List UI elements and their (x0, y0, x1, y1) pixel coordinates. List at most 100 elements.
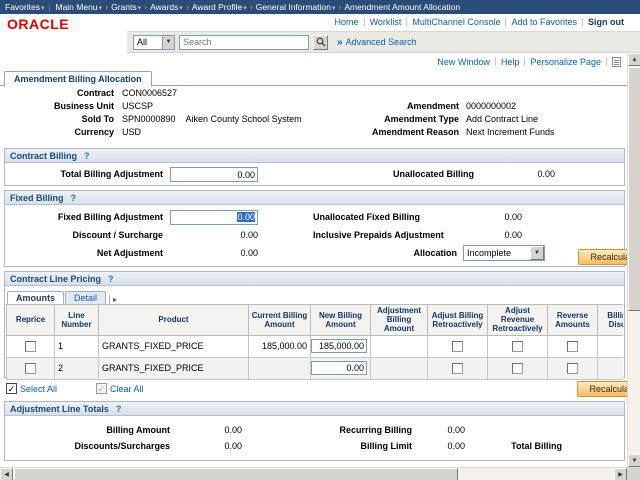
tab-detail[interactable]: Detail (65, 291, 106, 304)
show-following-tabs-icon[interactable]: ▸ (109, 295, 117, 304)
currency-label: Currency (4, 127, 114, 137)
reprice-checkbox-row-2[interactable] (25, 363, 36, 374)
fixed-billing-adjustment-input[interactable]: 0.00 (170, 210, 258, 225)
select-all-icon[interactable]: ✓ (6, 383, 17, 394)
adjust-revenue-retro-checkbox-row-2[interactable] (512, 363, 523, 374)
chevron-down-icon[interactable]: ▼ (162, 36, 174, 49)
vertical-scrollbar-thumb[interactable] (628, 67, 640, 311)
link-divider (505, 18, 506, 27)
personalize-page-link[interactable]: Personalize Page (530, 57, 601, 67)
add-to-favorites-link[interactable]: Add to Favorites (511, 17, 577, 27)
amendment-type-label: Amendment Type (344, 114, 459, 124)
breadcrumb-current-page: Amendment Amount Allocation (344, 2, 460, 12)
grid-header-row: Reprice Line Number Product Current Bill… (7, 305, 624, 336)
search-input[interactable] (179, 35, 309, 50)
new-billing-input-row-2[interactable] (311, 361, 367, 375)
search-scope-value: All (134, 37, 162, 47)
new-billing-input-row-1[interactable] (311, 339, 367, 353)
breadcrumb-main-menu[interactable]: Main Menu▾ (55, 2, 102, 12)
breadcrumb-favorites[interactable]: Favorites▾ (5, 2, 44, 12)
worklist-link[interactable]: Worklist (370, 17, 402, 27)
clear-all-icon[interactable]: ✓ (96, 383, 107, 394)
adjust-revenue-retro-checkbox-row-1[interactable] (512, 341, 523, 352)
scrollbar-corner (627, 467, 640, 480)
new-window-link[interactable]: New Window (437, 57, 490, 67)
breadcrumb-label: Amendment Amount Allocation (344, 2, 460, 12)
scroll-down-icon[interactable]: ▼ (628, 454, 640, 467)
horizontal-scrollbar-thumb[interactable] (14, 468, 458, 480)
link-divider (582, 18, 583, 27)
fixed-billing-row-1: Fixed Billing Adjustment 0.00 Unallocate… (5, 209, 624, 227)
contract-value: CON0006527 (122, 88, 177, 98)
contract-billing-title: Contract Billing (10, 151, 77, 161)
column-header-line-number: Line Number (55, 305, 99, 336)
current-billing-cell: 185,000.00 (249, 335, 311, 357)
breadcrumb-label: General Information (256, 2, 331, 12)
breadcrumb-grants[interactable]: Grants▾ (111, 2, 141, 12)
breadcrumb-award-profile[interactable]: Award Profile▾ (192, 2, 247, 12)
scroll-left-icon[interactable]: ◀ (0, 468, 13, 480)
search-scope-select[interactable]: All ▼ (133, 35, 175, 50)
sold-to-label: Sold To (4, 114, 114, 124)
product-cell: GRANTS_FIXED_PRICE (99, 335, 249, 357)
breadcrumb-label: Grants (111, 2, 137, 12)
multichannel-console-link[interactable]: MultiChannel Console (412, 17, 500, 27)
total-billing-adjustment-label: Total Billing Adjustment (5, 169, 163, 179)
help-icon[interactable]: ? (116, 404, 122, 414)
copy-url-icon[interactable] (612, 57, 621, 67)
link-divider (364, 18, 365, 27)
info-row-business-unit: Business Unit USCSP Amendment 0000000002 (4, 101, 627, 114)
home-link[interactable]: Home (335, 17, 359, 27)
link-divider (524, 57, 525, 66)
recurring-billing-label: Recurring Billing (300, 425, 412, 435)
help-icon[interactable]: ? (84, 151, 90, 161)
product-cell: GRANTS_FIXED_PRICE (99, 357, 249, 379)
search-button[interactable] (313, 35, 328, 50)
adjust-billing-retro-checkbox-row-2[interactable] (452, 363, 463, 374)
chevron-down-icon: ▾ (179, 5, 183, 12)
horizontal-scrollbar[interactable]: ◀ ▶ (0, 467, 627, 480)
inclusive-prepaids-value: 0.00 (460, 230, 522, 240)
help-icon[interactable]: ? (71, 193, 77, 203)
select-all-link[interactable]: Select All (20, 384, 57, 394)
breadcrumb-divider (49, 3, 50, 12)
allocation-label: Allocation (365, 248, 457, 258)
info-row-contract: Contract CON0006527 (4, 88, 627, 101)
vertical-scrollbar[interactable]: ▲ ▼ (627, 53, 640, 467)
billing-discount-cell (598, 357, 624, 379)
breadcrumb-separator-icon: › (105, 2, 108, 12)
advanced-search-link[interactable]: Advanced Search (346, 37, 417, 47)
breadcrumb-awards[interactable]: Awards▾ (150, 2, 183, 12)
breadcrumb-general-information[interactable]: General Information▾ (256, 2, 336, 12)
advanced-search[interactable]: » Advanced Search (337, 37, 417, 48)
help-icon[interactable]: ? (108, 274, 114, 284)
reverse-amounts-checkbox-row-1[interactable] (567, 341, 578, 352)
column-header-reprice: Reprice (7, 305, 55, 336)
inclusive-prepaids-label: Inclusive Prepaids Adjustment (313, 230, 444, 240)
recurring-billing-value: 0.00 (420, 425, 465, 435)
scroll-right-icon[interactable]: ▶ (614, 468, 627, 480)
tab-amendment-billing-allocation[interactable]: Amendment Billing Allocation (4, 71, 152, 87)
clear-all-link[interactable]: Clear All (110, 384, 144, 394)
reverse-amounts-checkbox-row-2[interactable] (567, 363, 578, 374)
scroll-up-icon[interactable]: ▲ (628, 53, 640, 66)
tab-amounts[interactable]: Amounts (7, 291, 64, 304)
discounts-surcharges-label: Discounts/Surcharges (5, 441, 170, 451)
sold-to-id: SPN0000890 (122, 114, 176, 124)
selected-text: 0.00 (237, 212, 255, 222)
oracle-logo: ORACLE (7, 16, 69, 32)
contract-billing-section: Contract Billing ? Total Billing Adjustm… (4, 148, 625, 186)
chevron-down-icon[interactable]: ▼ (530, 246, 544, 260)
column-header-adjust-billing-retro: Adjust Billing Retroactively (428, 305, 488, 336)
page-tab-bar: Amendment Billing Allocation (0, 70, 627, 86)
adjustment-line-totals-title: Adjustment Line Totals (10, 404, 109, 414)
reprice-checkbox-row-1[interactable] (25, 341, 36, 352)
sign-out-link[interactable]: Sign out (588, 17, 624, 27)
adjustment-line-totals-section: Adjustment Line Totals ? Billing Amount … (4, 401, 625, 461)
help-link[interactable]: Help (501, 57, 520, 67)
adjust-billing-retro-checkbox-row-1[interactable] (452, 341, 463, 352)
fixed-billing-adjustment-label: Fixed Billing Adjustment (5, 212, 163, 222)
contract-line-pricing-header: Contract Line Pricing ? (5, 272, 624, 286)
allocation-select[interactable]: Incomplete ▼ (463, 245, 545, 261)
total-billing-adjustment-input[interactable] (170, 167, 258, 182)
